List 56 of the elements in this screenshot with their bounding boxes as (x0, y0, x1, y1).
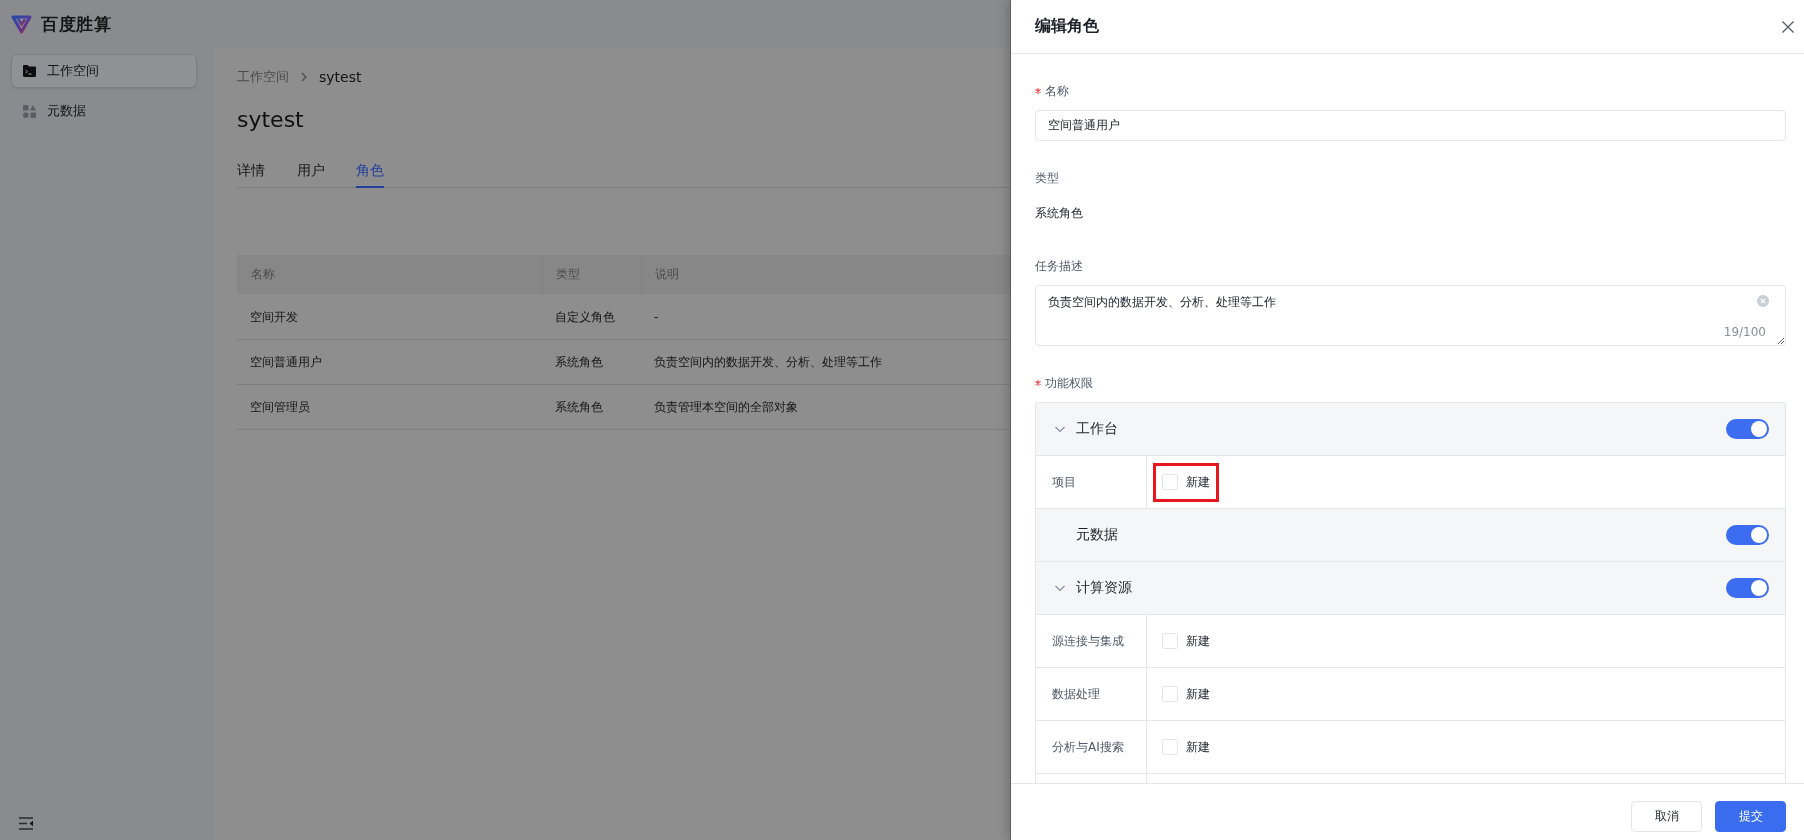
checkbox[interactable] (1162, 686, 1178, 702)
table-cell-text: 自定义角色 (554, 308, 615, 326)
clear-icon[interactable] (1757, 295, 1769, 307)
tab[interactable]: 详情 (237, 159, 265, 188)
logo-icon (11, 14, 32, 34)
table-header-cell: 类型 (542, 255, 641, 294)
shapes-grid-icon (23, 104, 36, 118)
table-header-cell: 名称 (237, 255, 542, 294)
tab[interactable]: 用户 (296, 159, 325, 188)
group-name: 计算资源 (1076, 579, 1132, 597)
character-counter: 19/100 (1723, 324, 1766, 340)
type-value: 系统角色 (1035, 205, 1084, 222)
table-header-cell: 说明 (641, 255, 1011, 294)
terminal-folder-icon (23, 65, 36, 77)
cancel-button[interactable]: 取消 (1631, 801, 1702, 832)
toggle-switch[interactable] (1726, 525, 1769, 545)
group-name: 元数据 (1076, 526, 1118, 544)
table-cell-text: - (653, 309, 659, 326)
table-cell-text: 系统角色 (554, 398, 603, 416)
table-cell-text: 负责空间内的数据开发、分析、处理等工作 (653, 353, 882, 371)
permission-name-cell: 源连接与集成 (1036, 615, 1147, 667)
sidebar-item[interactable]: 工作空间 (11, 54, 197, 88)
toggle-switch[interactable] (1726, 419, 1769, 439)
permission-name-cell: 数据处理 (1036, 668, 1147, 720)
permission-name-cell: 分析与AI搜索 (1036, 721, 1147, 773)
table-cell-text: 负责管理本空间的全部对象 (653, 398, 798, 416)
checkbox[interactable] (1162, 633, 1178, 649)
table-cell-text: 空间开发 (249, 308, 298, 326)
checkbox-option[interactable]: 新建 (1162, 738, 1210, 756)
field-label: 类型 (1035, 170, 1059, 187)
sidebar-item[interactable]: 元数据 (11, 94, 197, 128)
field-label: 任务描述 (1035, 258, 1083, 275)
checkbox[interactable] (1162, 739, 1178, 755)
field-label: 名称 (1045, 83, 1069, 100)
name-input[interactable]: 空间普通用户 (1035, 110, 1786, 141)
checkbox[interactable] (1162, 474, 1178, 490)
field-label: 功能权限 (1045, 375, 1093, 392)
toggle-switch[interactable] (1726, 578, 1769, 598)
chevron-right-icon (301, 72, 307, 82)
permission-name-cell: 项目 (1036, 456, 1147, 508)
checkbox-option[interactable]: 新建 (1153, 462, 1219, 502)
breadcrumb-current: sytest (319, 68, 362, 87)
table-cell-text: 系统角色 (554, 353, 603, 371)
table-cell-text: 空间管理员 (249, 398, 310, 416)
resize-grip-icon[interactable] (1777, 337, 1784, 344)
close-button[interactable] (1782, 20, 1794, 33)
submit-button[interactable]: 提交 (1715, 801, 1786, 832)
drawer-title: 编辑角色 (1035, 16, 1099, 37)
product-name: 百度胜算 (41, 12, 111, 36)
table-cell-text: 空间普通用户 (249, 353, 322, 371)
checkbox-option[interactable]: 新建 (1162, 685, 1210, 703)
group-name: 工作台 (1076, 420, 1118, 438)
page-title: sytest (237, 106, 304, 134)
menu-collapse-icon[interactable] (19, 817, 33, 830)
close-icon (1782, 20, 1794, 33)
checkbox-option[interactable]: 新建 (1162, 632, 1210, 650)
